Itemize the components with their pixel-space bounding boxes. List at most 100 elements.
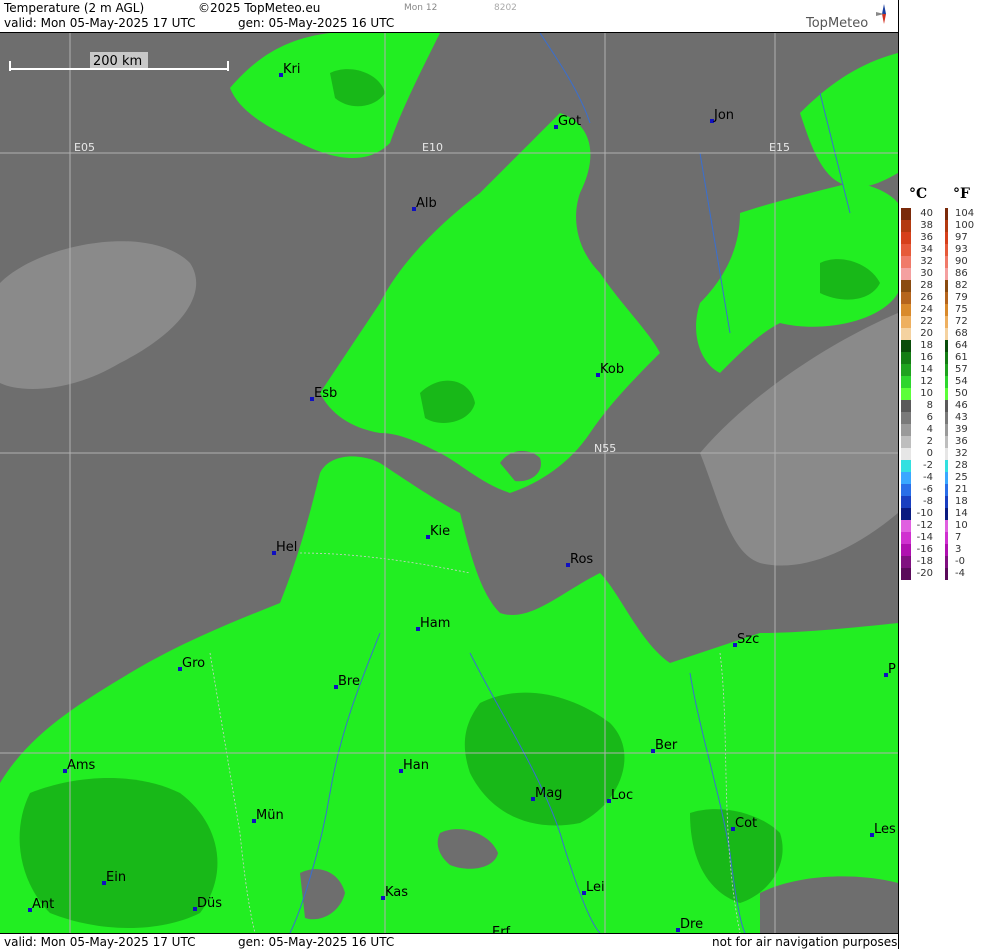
gen-time: gen: 05-May-2025 16 UTC <box>238 16 395 30</box>
city-marker[interactable]: Cot <box>731 816 757 831</box>
legend-label-fahrenheit: 10 <box>955 520 968 531</box>
city-marker[interactable]: Jon <box>710 108 734 123</box>
city-label: Mün <box>256 808 284 823</box>
valid-time: valid: Mon 05-May-2025 17 UTC <box>4 16 196 30</box>
legend-swatch-celsius <box>901 208 911 220</box>
legend-swatch-fahrenheit <box>945 412 948 424</box>
city-marker[interactable]: Ein <box>102 870 126 885</box>
legend-label-celsius: 32 <box>920 256 933 267</box>
legend-swatch-celsius <box>901 496 911 508</box>
city-label: Erf <box>492 925 511 933</box>
city-label: Jon <box>713 108 734 123</box>
city-marker[interactable]: Dre <box>676 917 703 932</box>
topmeteo-logo[interactable]: TopMeteo <box>806 16 868 31</box>
grid-label-e05: E05 <box>74 141 95 154</box>
city-label: Esb <box>314 386 337 401</box>
legend-swatch-celsius <box>901 244 911 256</box>
legend-label-fahrenheit: 7 <box>955 532 962 543</box>
legend-label-celsius: 28 <box>920 280 933 291</box>
legend-swatch-celsius <box>901 568 911 580</box>
legend-swatch-fahrenheit <box>945 508 948 520</box>
legend-label-fahrenheit: 86 <box>955 268 968 279</box>
legend-swatch-fahrenheit <box>945 268 948 280</box>
legend-label-celsius: -6 <box>923 484 933 495</box>
header-bar: Temperature (2 m AGL) ©2025 TopMeteo.eu … <box>0 0 898 33</box>
legend-label-celsius: -20 <box>916 568 933 579</box>
city-marker[interactable]: Mün <box>252 808 284 823</box>
city-marker[interactable]: Szc <box>733 632 759 647</box>
city-marker[interactable]: Kie <box>426 524 450 539</box>
legend-label-fahrenheit: 104 <box>955 208 975 219</box>
city-marker[interactable]: Alb <box>412 196 437 211</box>
temperature-legend: °C °F 40 104 38 100 36 97 34 93 32 90 30 86 28 82 26 79… <box>898 0 989 949</box>
legend-label-fahrenheit: 54 <box>955 376 968 387</box>
city-label: Hel <box>276 540 297 555</box>
legend-swatch-fahrenheit <box>945 232 948 244</box>
city-marker[interactable]: Mag <box>531 786 562 801</box>
city-label: Kri <box>283 62 300 77</box>
legend-swatch-fahrenheit <box>945 328 948 340</box>
city-marker[interactable]: Esb <box>310 386 337 401</box>
legend-swatch-celsius <box>901 352 911 364</box>
legend-label-celsius: -16 <box>916 544 933 555</box>
city-marker[interactable]: Hel <box>272 540 297 555</box>
legend-label-fahrenheit: 18 <box>955 496 968 507</box>
legend-label-fahrenheit: 3 <box>955 544 962 555</box>
city-marker[interactable]: Ant <box>28 897 54 912</box>
city-marker[interactable]: Lei <box>582 880 605 895</box>
city-label: Ams <box>67 758 96 773</box>
legend-swatch-celsius <box>901 532 911 544</box>
city-marker[interactable]: Loc <box>607 788 633 803</box>
city-marker[interactable]: Ros <box>566 552 593 567</box>
legend-label-fahrenheit: 28 <box>955 460 968 471</box>
city-marker[interactable]: Ams <box>63 758 96 773</box>
legend-swatch-fahrenheit <box>945 388 948 400</box>
city-marker[interactable]: Kas <box>381 885 408 900</box>
city-marker[interactable]: Got <box>554 114 581 129</box>
legend-label-celsius: -2 <box>923 460 933 471</box>
legend-label-celsius: -14 <box>916 532 933 543</box>
model-label: Mon 12 <box>404 3 438 13</box>
legend-swatch-celsius <box>901 268 911 280</box>
legend-label-fahrenheit: 100 <box>955 220 975 231</box>
city-marker[interactable]: Bre <box>334 674 360 689</box>
city-marker[interactable]: Kob <box>596 362 624 377</box>
legend-label-fahrenheit: 21 <box>955 484 968 495</box>
city-marker[interactable]: Han <box>399 758 429 773</box>
legend-label-celsius: -4 <box>923 472 933 483</box>
city-marker[interactable]: Ham <box>416 616 450 631</box>
legend-label-fahrenheit: 64 <box>955 340 968 351</box>
legend-swatch-fahrenheit <box>945 424 948 436</box>
legend-swatch-fahrenheit <box>945 304 948 316</box>
legend-swatch-fahrenheit <box>945 220 948 232</box>
city-label: Ant <box>32 897 54 912</box>
city-marker[interactable]: Kri <box>279 62 300 77</box>
temperature-map[interactable]: E05 E10 E15 N55 200 km Kri Got Jon Alb Esb Ko… <box>0 33 898 933</box>
map-title: Temperature (2 m AGL) <box>4 1 145 15</box>
legend-swatch-celsius <box>901 328 911 340</box>
legend-swatch-celsius <box>901 436 911 448</box>
city-label: Szc <box>737 632 759 647</box>
legend-label-celsius: 24 <box>920 304 933 315</box>
city-marker[interactable]: Erf <box>488 925 511 933</box>
legend-label-fahrenheit: 43 <box>955 412 968 423</box>
legend-label-fahrenheit: 79 <box>955 292 968 303</box>
legend-swatch-fahrenheit <box>945 340 948 352</box>
legend-label-celsius: 38 <box>920 220 933 231</box>
legend-label-celsius: 4 <box>926 424 933 435</box>
legend-label-fahrenheit: 32 <box>955 448 968 459</box>
city-marker[interactable]: Les <box>870 822 896 837</box>
legend-label-celsius: 36 <box>920 232 933 243</box>
city-marker[interactable]: Ber <box>651 738 678 753</box>
legend-swatch-celsius <box>901 220 911 232</box>
city-label: Kas <box>385 885 408 900</box>
city-marker[interactable]: Düs <box>193 896 222 911</box>
footer-gen-time: gen: 05-May-2025 16 UTC <box>238 935 395 949</box>
city-label: Kie <box>430 524 450 539</box>
legend-swatch-fahrenheit <box>945 544 948 556</box>
city-label: Kob <box>600 362 624 377</box>
legend-swatch-celsius <box>901 388 911 400</box>
city-marker[interactable]: Gro <box>178 656 205 671</box>
copyright: ©2025 TopMeteo.eu <box>198 1 321 15</box>
legend-swatch-fahrenheit <box>945 316 948 328</box>
